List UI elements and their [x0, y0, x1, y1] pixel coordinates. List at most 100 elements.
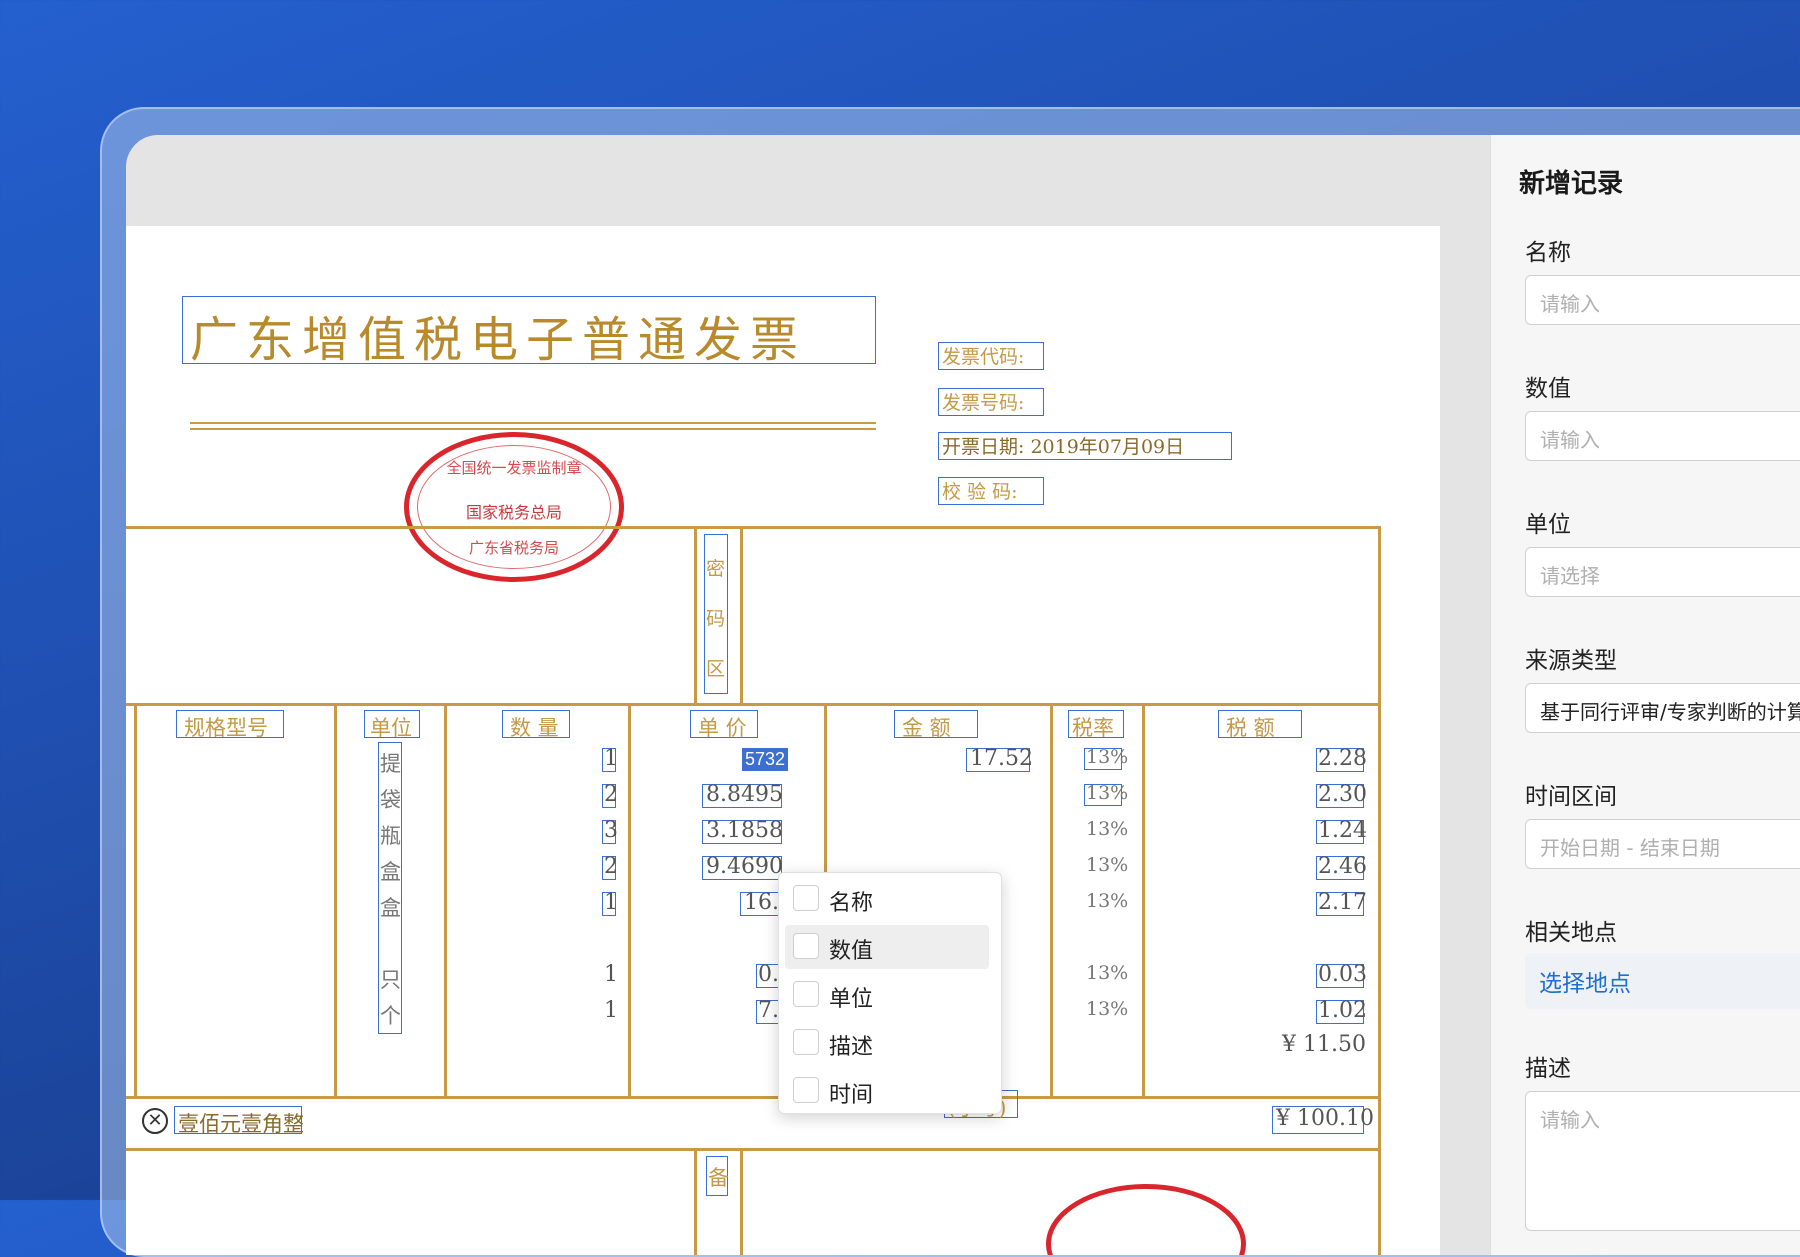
table-border	[740, 1148, 743, 1255]
time-range-label: 时间区间	[1525, 784, 1617, 810]
menu-item-description[interactable]: 描述	[785, 1021, 989, 1065]
header-price: 单 价	[698, 716, 747, 740]
rate-cell: 13%	[1086, 890, 1129, 912]
remarks-label: 备	[708, 1166, 729, 1190]
header-spec: 规格型号	[184, 716, 268, 740]
invoice-code-label: 发票代码:	[942, 346, 1025, 368]
invoice-number-label: 发票号码:	[942, 392, 1025, 414]
table-border	[740, 526, 743, 703]
unit-select[interactable]: 请选择	[1525, 547, 1800, 597]
checkbox[interactable]	[793, 1077, 819, 1103]
checkbox[interactable]	[793, 981, 819, 1007]
time-range-picker[interactable]: 开始日期 - 结束日期	[1525, 819, 1800, 869]
tax-cell: 2.17	[1318, 890, 1367, 915]
field-type-menu: 名称 数值 单位 描述 时间	[778, 872, 1002, 1114]
qty-cell: 1	[604, 890, 618, 915]
qty-cell: 1	[604, 746, 618, 771]
tax-cell: 1.02	[1318, 998, 1367, 1023]
value-input[interactable]: 请输入	[1525, 411, 1800, 461]
invoice-date: 开票日期: 2019年07月09日	[942, 436, 1185, 458]
rate-cell: 13%	[1086, 854, 1129, 876]
description-textarea[interactable]: 请输入	[1525, 1091, 1800, 1231]
record-form-panel: 新增记录 名称 请输入 数值 请输入 单位 请选择 来源类型 基于同行评审/专家…	[1490, 135, 1800, 1255]
column-line	[134, 703, 137, 1096]
check-code-label: 校 验 码:	[942, 481, 1018, 503]
title-underline-2	[190, 428, 876, 430]
title-underline	[190, 422, 876, 424]
source-type-label: 来源类型	[1525, 648, 1617, 674]
seller-stamp	[1046, 1184, 1246, 1255]
rate-cell: 13%	[1086, 746, 1129, 768]
total-small: ¥ 100.10	[1276, 1106, 1374, 1131]
tax-cell: 2.30	[1318, 782, 1367, 807]
qty-cell: 2	[604, 854, 618, 879]
unit-cell: 瓶	[380, 824, 401, 848]
table-border	[126, 1148, 1380, 1151]
column-line	[334, 703, 337, 1096]
invoice-title: 广东增值税电子普通发票	[190, 312, 807, 368]
tax-total: ¥ 11.50	[1282, 1032, 1366, 1057]
price-cell: 0.	[758, 962, 779, 987]
rate-cell: 13%	[1086, 782, 1129, 804]
unit-cell: 个	[380, 1004, 401, 1028]
rate-cell: 13%	[1086, 998, 1129, 1020]
tax-stamp: 全国统一发票监制章 国家税务总局 广东省税务局	[404, 432, 624, 582]
qty-cell: 1	[604, 998, 618, 1023]
price-cell: 7.	[758, 998, 779, 1023]
invoice-document: 广东增值税电子普通发票 全国统一发票监制章 国家税务总局 广东省税务局 发票代码…	[126, 226, 1440, 1255]
header-tax: 税 额	[1226, 716, 1275, 740]
selected-text[interactable]: 5732	[742, 748, 789, 771]
unit-cell: 袋	[380, 788, 401, 812]
circle-x-icon: ✕	[142, 1108, 168, 1134]
qty-cell: 1	[604, 962, 618, 987]
price-cell: 9.4690	[706, 854, 783, 879]
menu-item-unit[interactable]: 单位	[785, 973, 989, 1017]
select-location-link[interactable]: 选择地点	[1525, 953, 1800, 1009]
header-qty: 数 量	[510, 716, 559, 740]
unit-cell: 盒	[380, 860, 401, 884]
price-cell: 8.8495	[706, 782, 783, 807]
menu-item-name[interactable]: 名称	[785, 877, 989, 921]
column-line	[444, 703, 447, 1096]
header-amount: 金 额	[902, 716, 951, 740]
price-cell: 16.	[744, 890, 779, 915]
amount-cell: 17.52	[970, 746, 1033, 771]
menu-item-value[interactable]: 数值	[785, 925, 989, 969]
unit-cell: 只	[380, 968, 401, 992]
tax-cell: 1.24	[1318, 818, 1367, 843]
unit-cell: 提	[380, 752, 401, 776]
table-border	[126, 703, 1380, 706]
checkbox[interactable]	[793, 933, 819, 959]
menu-item-time[interactable]: 时间	[785, 1069, 989, 1113]
header-unit: 单位	[370, 716, 412, 740]
value-label: 数值	[1525, 376, 1571, 402]
rate-cell: 13%	[1086, 818, 1129, 840]
tax-cell: 2.28	[1318, 746, 1367, 771]
qty-cell: 3	[604, 818, 618, 843]
rate-cell: 13%	[1086, 962, 1129, 984]
checkbox[interactable]	[793, 885, 819, 911]
total-in-words: 壹佰元壹角整	[178, 1112, 304, 1136]
name-input[interactable]: 请输入	[1525, 275, 1800, 325]
table-border	[126, 1096, 1380, 1099]
unit-cell: 盒	[380, 896, 401, 920]
price-cell: 3.1858	[706, 818, 783, 843]
table-border	[126, 526, 1380, 529]
location-label: 相关地点	[1525, 920, 1617, 946]
table-border	[694, 526, 697, 703]
source-type-select[interactable]: 基于同行评审/专家判断的计算	[1525, 683, 1800, 733]
column-line	[1050, 703, 1053, 1096]
tax-cell: 0.03	[1318, 962, 1367, 987]
header-rate: 税率	[1072, 716, 1114, 740]
cipher-area-label: 密码区	[706, 558, 726, 680]
table-border	[694, 1148, 697, 1255]
name-label: 名称	[1525, 240, 1571, 266]
checkbox[interactable]	[793, 1029, 819, 1055]
table-border	[1378, 526, 1381, 1255]
qty-cell: 2	[604, 782, 618, 807]
column-line	[628, 703, 631, 1096]
column-line	[1142, 703, 1145, 1096]
panel-title: 新增记录	[1519, 169, 1624, 199]
tax-cell: 2.46	[1318, 854, 1367, 879]
description-label: 描述	[1525, 1056, 1571, 1082]
